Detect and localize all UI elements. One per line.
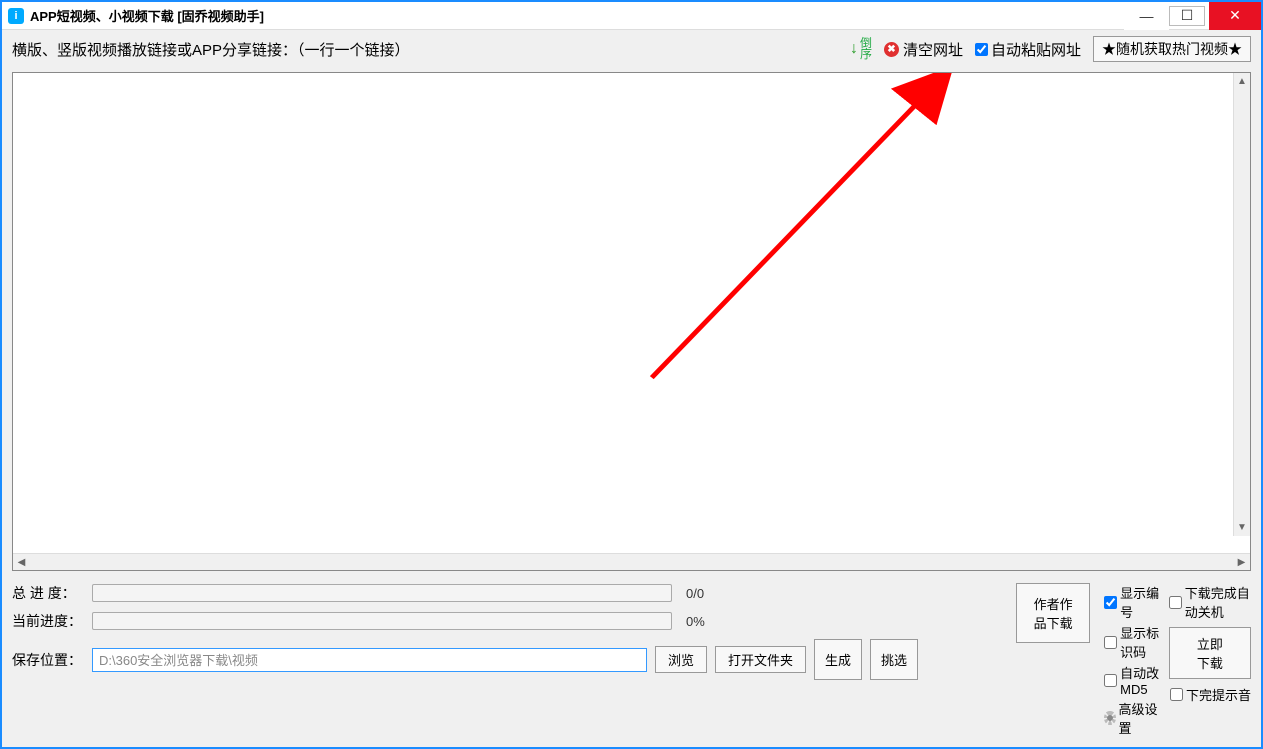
clear-urls-button[interactable]: ✖ 清空网址 bbox=[884, 39, 963, 60]
url-textarea-wrap: ▲ ▼ bbox=[13, 73, 1250, 553]
right-column: 下载完成自动关机 立即下载 下完提示音 bbox=[1169, 583, 1251, 704]
show-tag-checkbox[interactable]: 显示标识码 bbox=[1104, 623, 1161, 661]
current-progress-row: 当前进度： 0% bbox=[12, 611, 918, 631]
auto-paste-label: 自动粘贴网址 bbox=[991, 39, 1081, 60]
reverse-order-label: 倒序 bbox=[860, 38, 872, 60]
current-progress-label: 当前进度： bbox=[12, 611, 84, 631]
maximize-button[interactable]: ☐ bbox=[1169, 6, 1205, 26]
open-folder-button[interactable]: 打开文件夹 bbox=[715, 646, 806, 673]
arrow-down-icon: ↓ bbox=[850, 40, 858, 58]
random-hot-videos-button[interactable]: ★随机获取热门视频★ bbox=[1093, 36, 1251, 62]
pick-button[interactable]: 挑选 bbox=[870, 639, 918, 680]
save-path-row: 保存位置： 浏览 打开文件夹 生成 挑选 bbox=[12, 639, 918, 680]
window-title: APP短视频、小视频下载 [固乔视频助手] bbox=[30, 6, 1124, 25]
generate-button[interactable]: 生成 bbox=[814, 639, 862, 680]
instruction-label: 横版、竖版视频播放链接或APP分享链接：（一行一个链接） bbox=[12, 39, 410, 60]
current-progress-text: 0% bbox=[686, 614, 705, 629]
browse-button[interactable]: 浏览 bbox=[655, 646, 707, 673]
show-number-checkbox[interactable]: 显示编号 bbox=[1104, 583, 1161, 621]
scroll-left-icon[interactable]: ◀ bbox=[13, 557, 30, 568]
app-icon: i bbox=[8, 8, 24, 24]
auto-paste-checkbox[interactable]: 自动粘贴网址 bbox=[975, 39, 1081, 60]
toolbar: 横版、竖版视频播放链接或APP分享链接：（一行一个链接） ↓ 倒序 ✖ 清空网址… bbox=[2, 30, 1261, 68]
total-progress-bar bbox=[92, 584, 672, 602]
vertical-scrollbar[interactable]: ▲ ▼ bbox=[1233, 73, 1250, 536]
save-path-input[interactable] bbox=[92, 648, 647, 672]
close-button[interactable]: ✕ bbox=[1209, 2, 1261, 30]
save-path-label: 保存位置： bbox=[12, 650, 84, 670]
auto-md5-checkbox[interactable]: 自动改MD5 bbox=[1104, 663, 1161, 697]
scroll-up-icon[interactable]: ▲ bbox=[1234, 73, 1250, 90]
minimize-button[interactable]: — bbox=[1124, 2, 1169, 30]
window-controls: — ☐ ✕ bbox=[1124, 2, 1261, 30]
scroll-down-icon[interactable]: ▼ bbox=[1234, 519, 1250, 536]
advanced-settings-link[interactable]: 高级设置 bbox=[1104, 699, 1161, 737]
total-progress-row: 总 进 度： 0/0 bbox=[12, 583, 918, 603]
bottom-panel: 总 进 度： 0/0 当前进度： 0% 保存位置： 浏览 打开文件夹 生成 挑选 bbox=[2, 577, 1261, 747]
auto-shutdown-checkbox[interactable]: 下载完成自动关机 bbox=[1169, 583, 1251, 621]
current-progress-bar bbox=[92, 612, 672, 630]
delete-icon: ✖ bbox=[884, 42, 899, 57]
total-progress-text: 0/0 bbox=[686, 586, 704, 601]
total-progress-label: 总 进 度： bbox=[12, 583, 84, 603]
clear-urls-label: 清空网址 bbox=[903, 39, 963, 60]
horizontal-scrollbar[interactable]: ◀ ▶ bbox=[13, 553, 1250, 570]
download-now-button[interactable]: 立即下载 bbox=[1169, 627, 1251, 679]
reverse-order-button[interactable]: ↓ 倒序 bbox=[850, 38, 872, 60]
author-works-button[interactable]: 作者作品下载 bbox=[1016, 583, 1090, 643]
url-textarea-container: ▲ ▼ ◀ ▶ bbox=[12, 72, 1251, 571]
scroll-right-icon[interactable]: ▶ bbox=[1233, 557, 1250, 568]
titlebar: i APP短视频、小视频下载 [固乔视频助手] — ☐ ✕ bbox=[2, 2, 1261, 30]
options-column: 显示编号 显示标识码 自动改MD5 高级设置 bbox=[1104, 583, 1161, 737]
app-window: i APP短视频、小视频下载 [固乔视频助手] — ☐ ✕ 横版、竖版视频播放链… bbox=[0, 0, 1263, 749]
url-textarea[interactable] bbox=[13, 73, 1250, 553]
auto-paste-checkbox-input[interactable] bbox=[975, 43, 988, 56]
gear-icon bbox=[1104, 711, 1115, 725]
done-sound-checkbox[interactable]: 下完提示音 bbox=[1170, 685, 1251, 704]
